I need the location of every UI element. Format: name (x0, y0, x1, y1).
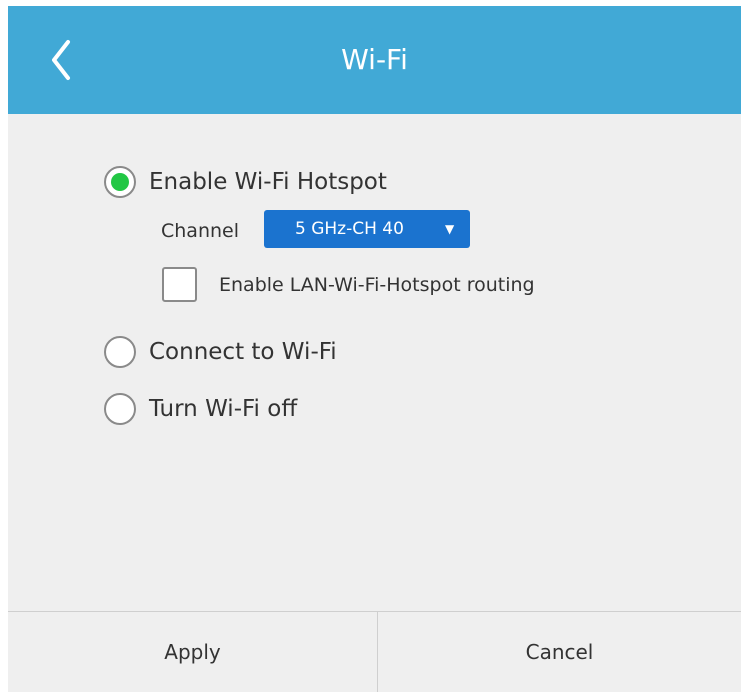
channel-select[interactable]: 5 GHz-CH 40 ▼ (264, 210, 470, 248)
radio-selected-dot (111, 173, 129, 191)
connect-wifi-option[interactable]: Connect to Wi-Fi (104, 336, 337, 368)
lan-routing-checkbox[interactable] (162, 267, 197, 302)
turn-wifi-off-option[interactable]: Turn Wi-Fi off (104, 393, 297, 425)
apply-button[interactable]: Apply (8, 612, 378, 692)
turn-wifi-off-label: Turn Wi-Fi off (149, 396, 298, 422)
chevron-left-icon (52, 40, 70, 80)
channel-label: Channel (161, 220, 240, 242)
lan-routing-option[interactable]: Enable LAN-Wi-Fi-Hotspot routing (162, 267, 535, 302)
header-bar: Wi-Fi (8, 6, 741, 114)
enable-hotspot-option[interactable]: Enable Wi-Fi Hotspot (104, 166, 387, 198)
hotspot-radio[interactable] (104, 166, 136, 198)
connect-wifi-label: Connect to Wi-Fi (149, 339, 337, 365)
lan-routing-label: Enable LAN-Wi-Fi-Hotspot routing (219, 273, 535, 296)
channel-value: 5 GHz-CH 40 (295, 219, 404, 239)
wifi-settings-screen: Wi-Fi Enable Wi-Fi Hotspot Channel 5 GHz… (8, 6, 741, 692)
page-title: Wi-Fi (341, 43, 408, 76)
enable-hotspot-label: Enable Wi-Fi Hotspot (149, 169, 387, 195)
footer-bar: Apply Cancel (8, 611, 741, 692)
cancel-button[interactable]: Cancel (378, 612, 741, 692)
wifi-off-radio[interactable] (104, 393, 136, 425)
connect-radio[interactable] (104, 336, 136, 368)
dropdown-caret-icon: ▼ (445, 222, 455, 236)
back-button[interactable] (42, 36, 82, 84)
